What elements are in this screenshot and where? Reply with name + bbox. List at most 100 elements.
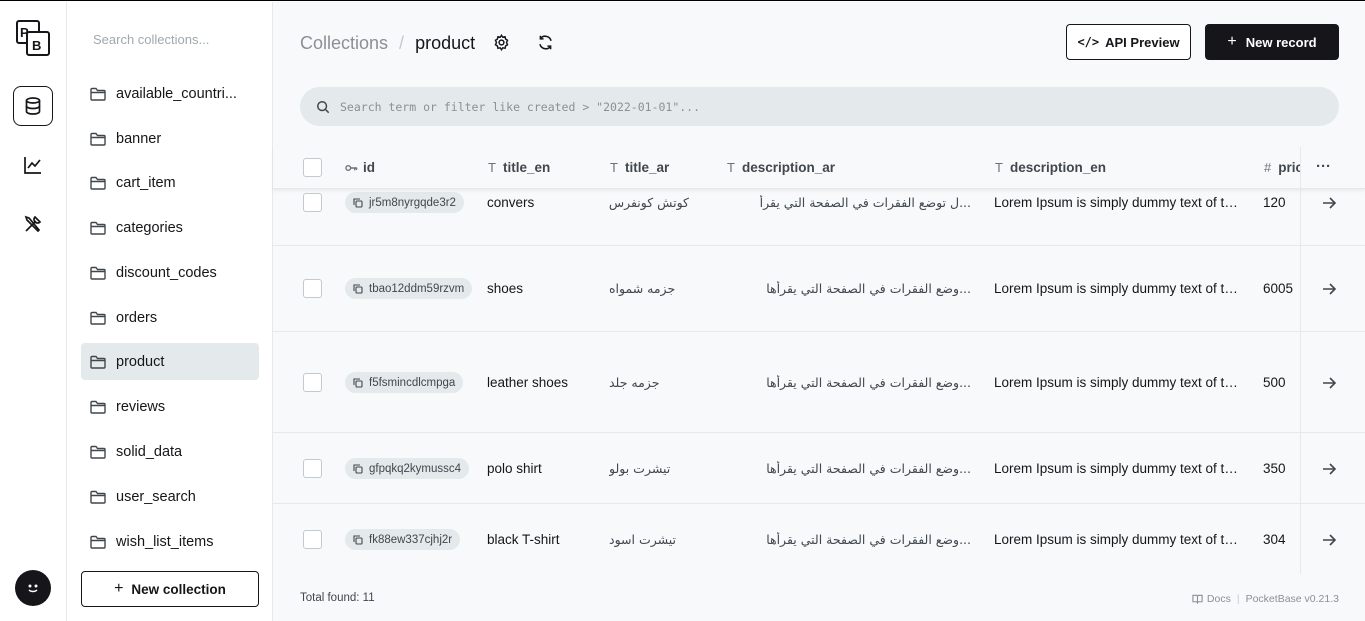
columns-menu-button[interactable]: ··· (1316, 158, 1331, 175)
smiley-icon (28, 584, 38, 593)
api-preview-label: API Preview (1105, 34, 1180, 50)
arrow-right-icon[interactable] (1321, 281, 1337, 297)
database-icon (25, 97, 41, 115)
cell-title-en: polo shirt (487, 461, 542, 476)
row-checkbox[interactable] (303, 373, 322, 392)
key-icon (345, 164, 358, 171)
records-table-body: jr5m8nyrgqde3r2 convers كوتش كونفرس ...ل تو… (273, 189, 1365, 574)
collection-settings-button[interactable] (491, 32, 511, 52)
row-checkbox[interactable] (303, 530, 322, 549)
folder-icon (90, 535, 106, 549)
cell-description-ar: ...وضع الفقرات في الصفحة التي يقرأها (766, 532, 971, 547)
column-header-id[interactable]: id (345, 160, 375, 175)
column-label-description-ar: description_ar (741, 160, 835, 175)
arrow-right-icon[interactable] (1321, 195, 1337, 211)
cell-description-en: Lorem Ipsum is simply dummy text of the … (994, 375, 1244, 390)
breadcrumb-current: product (415, 33, 476, 53)
cell-description-ar: ...وضع الفقرات في الصفحة التي يقرأها (766, 281, 971, 296)
table-row[interactable]: gfpqkq2kymussc4 polo shirt تيشرت بولو ...وض… (273, 433, 1365, 504)
cell-description-ar: ...وضع الفقرات في الصفحة التي يقرأها (766, 461, 971, 476)
breadcrumb-separator: / (399, 33, 405, 53)
collection-item-available-countri[interactable]: available_countri... (81, 75, 259, 112)
column-label-price: pric (1278, 160, 1300, 175)
text-type-icon: T (727, 160, 735, 175)
collection-item-label: product (116, 353, 165, 370)
records-table-header: id T title_en T title_ar T description_a… (273, 147, 1365, 189)
collection-item-discount-codes[interactable]: discount_codes (81, 254, 259, 291)
collection-item-label: orders (116, 309, 158, 326)
collection-item-solid-data[interactable]: solid_data (81, 433, 259, 470)
column-header-price[interactable]: # pric (1264, 160, 1300, 175)
svg-text:B: B (32, 38, 41, 53)
copy-icon (353, 283, 363, 294)
plus-icon: + (1227, 33, 1237, 50)
cell-price: 350 (1263, 461, 1286, 476)
docs-link[interactable]: Docs (1207, 593, 1231, 605)
more-icon: ··· (1316, 158, 1331, 175)
table-row[interactable]: fk88ew337cjhj2r black T-shirt تيشرت اسود..… (273, 504, 1365, 574)
user-avatar[interactable] (15, 570, 51, 606)
new-record-label: New record (1245, 34, 1317, 50)
collections-search-input[interactable]: Search collections... (93, 32, 209, 47)
table-row[interactable]: jr5m8nyrgqde3r2 convers كوتش كونفرس ...ل تو… (273, 189, 1365, 246)
cell-description-ar: ...ل توضع الفقرات في الصفحة التي يقرأ (759, 195, 971, 210)
row-checkbox[interactable] (303, 459, 322, 478)
cell-price: 6005 (1263, 281, 1294, 296)
settings-nav-button[interactable] (13, 204, 53, 244)
column-header-description-ar[interactable]: T description_ar (727, 160, 835, 175)
table-row[interactable]: tbao12ddm59rzvm shoes جزمه شمواه ...وضع الف… (273, 246, 1365, 332)
refresh-icon (538, 34, 552, 50)
total-found: Total found: 11 (300, 592, 375, 604)
breadcrumb-collections[interactable]: Collections (300, 33, 388, 54)
column-header-title-ar[interactable]: T title_ar (610, 160, 669, 175)
collection-item-banner[interactable]: banner (81, 120, 259, 157)
cell-title-ar: كوتش كونفرس (609, 195, 689, 210)
cell-title-en: black T-shirt (487, 532, 560, 547)
arrow-right-icon[interactable] (1321, 375, 1337, 391)
version-link[interactable]: PocketBase v0.21.3 (1246, 593, 1339, 605)
copy-icon (353, 463, 363, 474)
select-all-checkbox[interactable] (303, 158, 322, 177)
new-collection-button[interactable]: + New collection (81, 571, 259, 607)
row-checkbox[interactable] (303, 279, 322, 298)
arrow-right-icon[interactable] (1321, 532, 1337, 548)
code-icon: </> (1077, 35, 1100, 49)
folder-icon (90, 132, 106, 146)
new-record-button[interactable]: + New record (1205, 24, 1339, 60)
folder-icon (90, 87, 106, 101)
collection-item-label: cart_item (116, 174, 176, 191)
refresh-button[interactable] (535, 32, 555, 52)
record-id-badge[interactable]: gfpqkq2kymussc4 (345, 458, 470, 479)
logs-nav-button[interactable] (13, 145, 53, 185)
record-id: jr5m8nyrgqde3r2 (369, 196, 456, 209)
record-id-badge[interactable]: jr5m8nyrgqde3r2 (345, 192, 464, 213)
cell-title-en: leather shoes (487, 375, 569, 390)
collection-item-label: discount_codes (116, 264, 217, 281)
collection-item-cart-item[interactable]: cart_item (81, 164, 259, 201)
row-checkbox[interactable] (303, 193, 322, 212)
column-header-description-en[interactable]: T description_en (995, 160, 1106, 175)
collection-item-wish-list-items[interactable]: wish_list_items (81, 523, 259, 560)
api-preview-button[interactable]: </> API Preview (1066, 24, 1191, 60)
cell-title-ar: جزمه شمواه (609, 281, 676, 296)
cell-price: 500 (1263, 375, 1286, 390)
collection-item-categories[interactable]: categories (81, 209, 259, 246)
record-id-badge[interactable]: f5fsmincdlcmpga (345, 372, 464, 393)
cell-title-en: shoes (487, 281, 524, 296)
pocketbase-logo[interactable]: P B (16, 20, 50, 56)
records-search-input[interactable]: Search term or filter like created > "20… (300, 87, 1339, 126)
collections-nav-button[interactable] (13, 86, 53, 126)
tools-icon (24, 215, 42, 233)
collection-item-orders[interactable]: orders (81, 299, 259, 336)
arrow-right-icon[interactable] (1321, 461, 1337, 477)
collection-item-user-search[interactable]: user_search (81, 478, 259, 515)
record-id-badge[interactable]: fk88ew337cjhj2r (345, 529, 461, 550)
collection-item-product[interactable]: product (81, 343, 259, 380)
records-search-placeholder: Search term or filter like created > "20… (340, 99, 701, 114)
table-row[interactable]: f5fsmincdlcmpga leather shoes جزمه جلد ...و… (273, 332, 1365, 433)
folder-icon (90, 221, 106, 235)
column-header-title-en[interactable]: T title_en (488, 160, 550, 175)
record-id-badge[interactable]: tbao12ddm59rzvm (345, 278, 473, 299)
collection-item-reviews[interactable]: reviews (81, 388, 259, 425)
cell-description-en: Lorem Ipsum is simply dummy text of the … (994, 281, 1244, 296)
